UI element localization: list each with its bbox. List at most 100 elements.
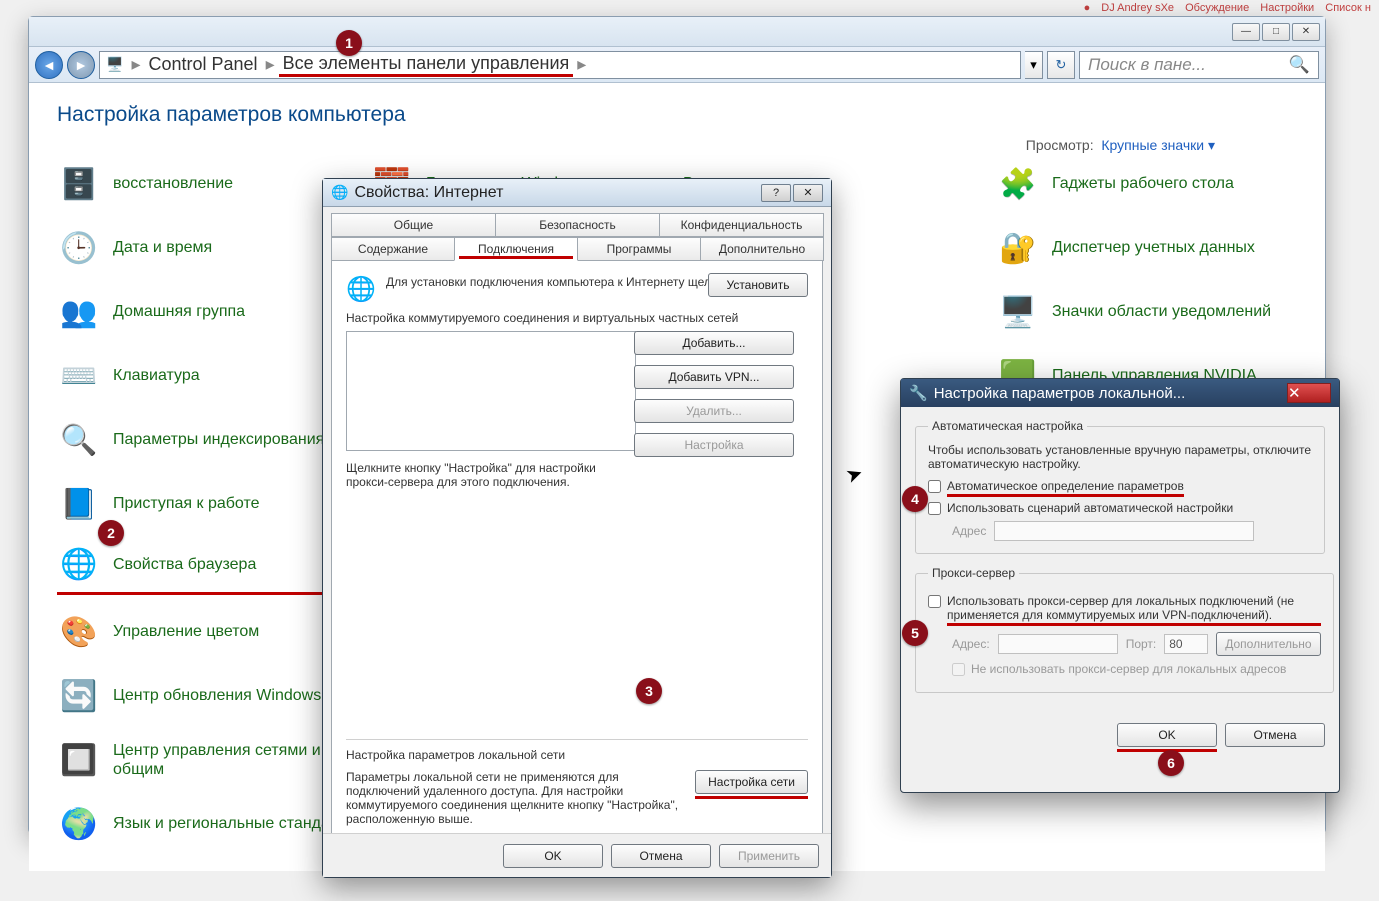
item-icon: ⌨️ xyxy=(57,354,101,398)
tab-label: Общие xyxy=(394,218,433,232)
use-proxy-checkbox[interactable] xyxy=(928,595,941,608)
item-label: Клавиатура xyxy=(113,366,200,385)
cancel-button[interactable]: Отмена xyxy=(1225,723,1325,747)
dialog-title: Свойства: Интернет xyxy=(354,184,503,202)
item-label: Приступая к работе xyxy=(113,494,260,513)
tab-label: Конфиденциальность xyxy=(681,218,803,232)
advanced-button[interactable]: Дополнительно xyxy=(1216,632,1320,656)
control-panel-item[interactable]: 🧩Гаджеты рабочего стола xyxy=(996,157,1297,211)
control-panel-item[interactable]: 🖥️Значки области уведомлений xyxy=(996,285,1297,339)
globe-arrow-icon: 🌐 xyxy=(346,275,378,307)
close-button[interactable]: ✕ xyxy=(1287,383,1331,403)
checkbox-label: Не использовать прокси-сервер для локаль… xyxy=(971,662,1286,676)
tab-конфиденциальность[interactable]: Конфиденциальность xyxy=(659,213,824,237)
tab-безопасность[interactable]: Безопасность xyxy=(495,213,660,237)
item-icon: 🔄 xyxy=(57,674,101,718)
item-icon: 👥 xyxy=(57,290,101,334)
breadcrumb-item[interactable]: Все элементы панели управления xyxy=(279,53,574,77)
breadcrumb-item[interactable]: Control Panel xyxy=(144,54,261,75)
control-panel-item[interactable]: 🔄 Центр обновления Windows xyxy=(57,669,358,723)
view-mode-link[interactable]: Крупные значки ▾ xyxy=(1101,137,1215,153)
auto-detect-checkbox[interactable] xyxy=(928,480,941,493)
minimize-button[interactable]: — xyxy=(1232,23,1260,41)
internet-properties-dialog: 🌐 Свойства: Интернет ? ✕ Общие Безопаснос… xyxy=(322,178,832,878)
control-panel-item[interactable]: 🔲Центр управления сетями и общим xyxy=(57,733,358,787)
control-panel-item[interactable]: 🕒Дата и время xyxy=(57,221,358,275)
checkbox-label: Использовать прокси-сервер для локальных… xyxy=(947,594,1321,626)
proxy-address-input xyxy=(998,634,1118,654)
cancel-button[interactable]: Отмена xyxy=(611,844,711,868)
tab-подключения[interactable]: Подключения xyxy=(454,237,578,261)
refresh-button[interactable]: ↻ xyxy=(1047,51,1075,79)
dialog-footer: OK Отмена xyxy=(901,717,1339,764)
lan-settings-dialog: 🔧 Настройка параметров локальной... ✕ Ав… xyxy=(900,378,1340,793)
back-button[interactable]: ◄ xyxy=(35,51,63,79)
dial-connections-list[interactable] xyxy=(346,331,636,451)
control-panel-item[interactable]: 🔐Диспетчер учетных данных xyxy=(996,221,1297,275)
ok-button[interactable]: OK xyxy=(1117,723,1217,747)
control-panel-item[interactable]: 🌍Язык и региональные стандарты xyxy=(57,797,358,851)
item-icon: 🔍 xyxy=(57,418,101,462)
auto-script-checkbox[interactable] xyxy=(928,502,941,515)
remove-button[interactable]: Удалить... xyxy=(634,399,794,423)
dialog-titlebar[interactable]: 🔧 Настройка параметров локальной... ✕ xyxy=(901,379,1339,407)
use-proxy-checkbox-row[interactable]: Использовать прокси-сервер для локальных… xyxy=(928,594,1321,626)
control-panel-item[interactable]: 🎨Управление цветом xyxy=(57,605,358,659)
address-dropdown-button[interactable]: ▾ xyxy=(1025,51,1043,79)
proxy-group: Прокси-сервер Использовать прокси-сервер… xyxy=(915,566,1334,693)
breadcrumb-sep-icon: ▸ xyxy=(573,54,590,75)
close-button[interactable]: ✕ xyxy=(1292,23,1320,41)
tab-label: Безопасность xyxy=(539,218,616,232)
dial-group-label: Настройка коммутируемого соединения и ви… xyxy=(346,311,808,325)
control-panel-item[interactable]: 🗄️восстановление xyxy=(57,157,358,211)
proxy-port-label: Порт: xyxy=(1126,637,1157,651)
lan-settings-button[interactable]: Настройка сети xyxy=(695,770,808,794)
close-button[interactable]: ✕ xyxy=(793,184,823,202)
checkbox-label: Использовать сценарий автоматической нас… xyxy=(947,501,1233,515)
install-button[interactable]: Установить xyxy=(708,273,808,297)
apply-button[interactable]: Применить xyxy=(719,844,819,868)
lan-section-title: Настройка параметров локальной сети xyxy=(346,739,808,762)
tab-дополнительно[interactable]: Дополнительно xyxy=(700,237,824,261)
auto-config-group: Автоматическая настройка Чтобы использов… xyxy=(915,419,1325,554)
control-panel-icon: 🖥️ xyxy=(106,56,123,73)
dial-hint: Щелкните кнопку "Настройка" для настройк… xyxy=(346,461,636,489)
control-panel-item[interactable]: ⌨️ Клавиатура xyxy=(57,349,358,403)
address-toolbar: ◄ ► 🖥️ ▸ Control Panel ▸ Все элементы па… xyxy=(29,47,1325,83)
control-panel-item[interactable]: 👥Домашняя группа xyxy=(57,285,358,339)
settings-button[interactable]: Настройка xyxy=(634,433,794,457)
step-badge-2: 2 xyxy=(98,520,124,546)
help-button[interactable]: ? xyxy=(761,184,791,202)
tab-label: Дополнительно xyxy=(719,242,805,256)
auto-script-checkbox-row[interactable]: Использовать сценарий автоматической нас… xyxy=(928,501,1312,515)
tab-label: Программы xyxy=(607,242,672,256)
control-panel-item[interactable]: 🌐Свойства браузера xyxy=(57,541,358,595)
step-badge-4: 4 xyxy=(902,486,928,512)
item-label: Параметры индексирования xyxy=(113,430,324,449)
item-icon: 🔐 xyxy=(996,226,1040,270)
add-vpn-button[interactable]: Добавить VPN... xyxy=(634,365,794,389)
tab-panel-connections: 🌐 Для установки подключения компьютера к… xyxy=(331,261,823,841)
network-icon: 🔧 xyxy=(909,384,928,402)
window-titlebar[interactable]: — □ ✕ xyxy=(29,17,1325,47)
group-legend: Прокси-сервер xyxy=(928,566,1019,580)
script-address-input xyxy=(994,521,1254,541)
auto-detect-checkbox-row[interactable]: Автоматическое определение параметров xyxy=(928,479,1312,497)
page-title: Настройка параметров компьютера xyxy=(57,103,1297,127)
maximize-button[interactable]: □ xyxy=(1262,23,1290,41)
tab-содержание[interactable]: Содержание xyxy=(331,237,455,261)
forward-button[interactable]: ► xyxy=(67,51,95,79)
ok-button[interactable]: OK xyxy=(503,844,603,868)
dialog-titlebar[interactable]: 🌐 Свойства: Интернет ? ✕ xyxy=(323,179,831,207)
control-panel-item[interactable]: 🔍 Параметры индексирования xyxy=(57,413,358,467)
item-label: Центр обновления Windows xyxy=(113,686,321,705)
tab-общие[interactable]: Общие xyxy=(331,213,496,237)
item-label: Гаджеты рабочего стола xyxy=(1052,174,1234,193)
breadcrumb-bar[interactable]: 🖥️ ▸ Control Panel ▸ Все элементы панели… xyxy=(99,51,1021,79)
add-button[interactable]: Добавить... xyxy=(634,331,794,355)
search-input[interactable]: Поиск в пане... 🔍 xyxy=(1079,51,1319,79)
auto-config-hint: Чтобы использовать установленные вручную… xyxy=(928,443,1312,471)
background-header-links: ● DJ Andrey sXe Обсуждение Настройки Спи… xyxy=(1068,0,1379,16)
tab-container: Общие Безопасность Конфиденциальность Соде… xyxy=(323,207,831,841)
tab-программы[interactable]: Программы xyxy=(577,237,701,261)
